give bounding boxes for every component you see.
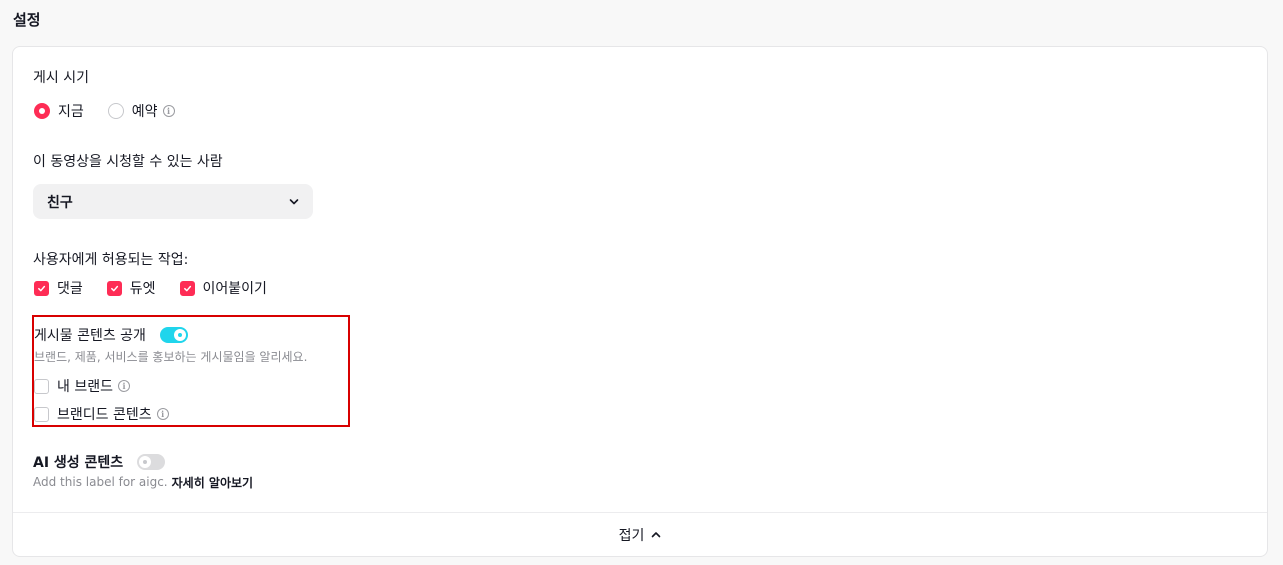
radio-schedule[interactable]	[107, 103, 124, 119]
collapse-label: 접기	[618, 528, 645, 544]
chevron-down-icon	[289, 198, 299, 204]
checkbox-comments[interactable]	[34, 280, 49, 296]
chevron-up-icon	[652, 532, 661, 538]
checkbox-branded-content[interactable]	[34, 406, 49, 422]
learn-more-link[interactable]: 자세히 알아보기	[172, 474, 253, 491]
collapse-button[interactable]: 접기	[13, 513, 1267, 557]
checkbox-duet[interactable]	[106, 280, 122, 296]
checkbox-comments-label[interactable]: 댓글	[57, 278, 83, 298]
audience-select[interactable]: 친구	[33, 184, 313, 219]
post-timing-label: 게시 시기	[33, 70, 89, 86]
content-disclosure-label: 게시물 콘텐츠 공개	[34, 328, 146, 344]
audience-label: 이 동영상을 시청할 수 있는 사람	[33, 154, 223, 170]
ai-content-label: AI 생성 콘텐츠	[33, 455, 124, 471]
checkbox-branded-content-label[interactable]: 브랜디드 콘텐츠	[57, 404, 152, 424]
checkbox-stitch-label[interactable]: 이어붙이기	[203, 278, 267, 298]
ai-content-toggle[interactable]	[137, 454, 166, 470]
check-icon	[183, 285, 191, 291]
ai-content-row: AI 생성 콘텐츠	[33, 452, 166, 472]
toggle-knob	[173, 329, 186, 341]
checkbox-duet-label[interactable]: 듀엣	[130, 278, 156, 298]
info-icon[interactable]: i	[156, 408, 169, 420]
audience-selected-value: 친구	[47, 194, 73, 211]
radio-schedule-label[interactable]: 예약	[132, 101, 158, 121]
info-icon[interactable]: i	[117, 380, 130, 392]
branded-content-row: 브랜디드 콘텐츠 i	[34, 404, 169, 424]
radio-now[interactable]	[34, 103, 50, 119]
allowed-actions-label: 사용자에게 허용되는 작업:	[33, 252, 189, 268]
info-icon[interactable]: i	[162, 105, 175, 117]
allowed-actions-options: 댓글 듀엣 이어붙이기	[34, 278, 291, 298]
content-disclosure-row: 게시물 콘텐츠 공개	[34, 325, 188, 345]
settings-card: 게시 시기 지금 예약 i 이 동영상을 시청할 수 있는 사람 친구 사용자에…	[12, 46, 1268, 557]
radio-now-label[interactable]: 지금	[58, 101, 84, 121]
checkbox-my-brand[interactable]	[34, 378, 49, 394]
toggle-knob	[139, 456, 152, 468]
content-disclosure-description: 브랜드, 제품, 서비스를 홍보하는 게시물임을 알리세요.	[34, 350, 308, 364]
checkbox-stitch[interactable]	[179, 280, 195, 296]
content-disclosure-toggle[interactable]	[159, 327, 188, 343]
ai-content-description: Add this label for aigc.	[33, 475, 168, 489]
check-icon	[110, 285, 118, 291]
post-timing-options: 지금 예약 i	[34, 101, 175, 121]
checkbox-my-brand-label[interactable]: 내 브랜드	[57, 376, 113, 396]
ai-content-description-row: Add this label for aigc. 자세히 알아보기	[33, 474, 253, 490]
check-icon	[38, 285, 46, 291]
my-brand-row: 내 브랜드 i	[34, 376, 130, 396]
settings-title: 설정	[13, 11, 41, 29]
